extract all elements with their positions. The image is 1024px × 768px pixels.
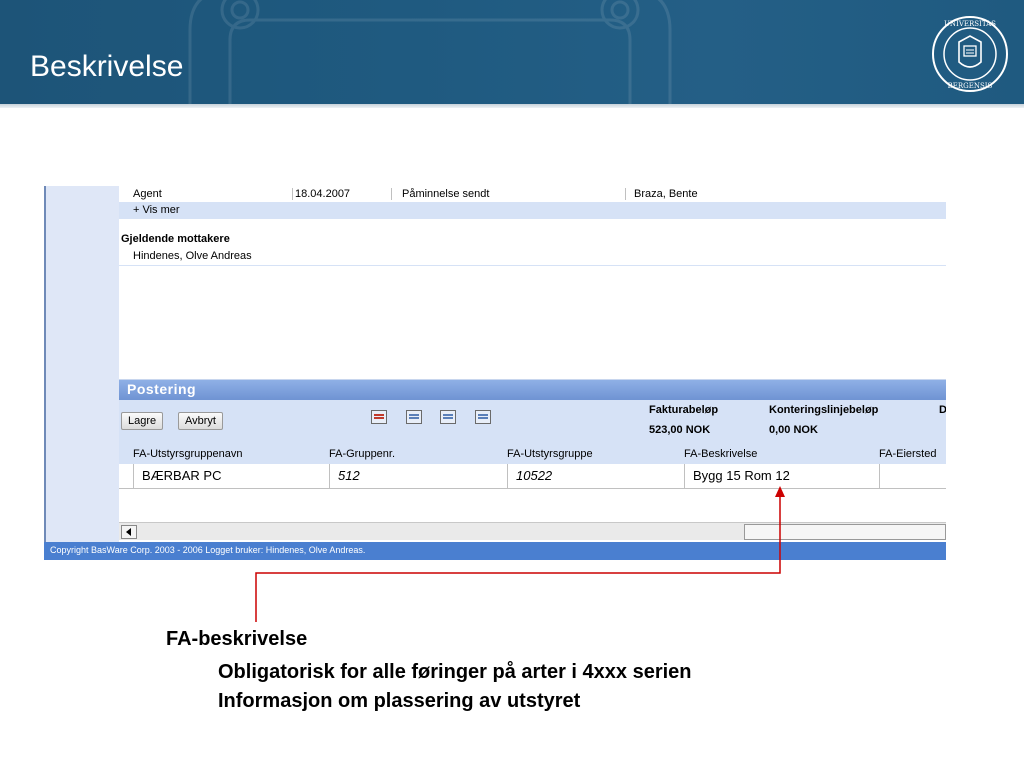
posting-section-bar: Postering xyxy=(119,379,946,400)
invoice-amount-label: Fakturabeløp xyxy=(649,404,719,416)
cell-group-number[interactable]: 512 xyxy=(329,464,507,488)
posting-toolbar: Lagre Avbryt Fakturabeløp 523,00 NOK Kon… xyxy=(119,400,946,444)
column-header[interactable]: FA-Beskrivelse xyxy=(684,448,757,460)
column-header[interactable]: FA-Utstyrsgruppenavn xyxy=(133,448,242,460)
header-divider xyxy=(0,104,1024,108)
cancel-button[interactable]: Avbryt xyxy=(178,412,223,430)
line-amount-label: Konteringslinjebeløp xyxy=(769,404,879,416)
app-content: Agent 18.04.2007 Påminnelse sendt Braza,… xyxy=(119,186,946,544)
column-decoration-icon xyxy=(188,0,672,104)
cell-description[interactable]: Bygg 15 Rom 12 xyxy=(684,464,879,488)
history-col-role: Agent xyxy=(133,188,162,200)
app-footer: Copyright BasWare Corp. 2003 - 2006 Logg… xyxy=(44,542,946,560)
show-more-link[interactable]: + Vis mer xyxy=(119,202,946,219)
column-header[interactable]: FA-Gruppenr. xyxy=(329,448,395,460)
delete-row-icon[interactable] xyxy=(371,410,387,424)
history-col-user: Braza, Bente xyxy=(625,188,698,200)
table-header: FA-Utstyrsgruppenavn FA-Gruppenr. FA-Uts… xyxy=(119,444,946,464)
history-col-action: Påminnelse sendt xyxy=(391,188,489,200)
column-header[interactable]: FA-Utstyrsgruppe xyxy=(507,448,593,460)
svg-text:UNIVERSITAS: UNIVERSITAS xyxy=(944,20,996,28)
truncated-column-label: D xyxy=(939,404,946,416)
table-row: BÆRBAR PC 512 10522 Bygg 15 Rom 12 xyxy=(119,464,946,489)
copyright-text: Copyright BasWare Corp. 2003 - 2006 Logg… xyxy=(50,545,366,555)
history-row: Agent 18.04.2007 Påminnelse sendt Braza,… xyxy=(119,186,946,202)
copy-row-icon[interactable] xyxy=(475,410,491,424)
edit-row-icon[interactable] xyxy=(440,410,456,424)
scroll-left-icon[interactable] xyxy=(121,525,137,539)
recipient-name: Hindenes, Olve Andreas xyxy=(133,250,252,262)
app-left-rail xyxy=(44,186,119,544)
cell-equipment-group[interactable]: 10522 xyxy=(507,464,684,488)
scrollbar-thumb[interactable] xyxy=(744,524,946,540)
cell-group-name[interactable]: BÆRBAR PC xyxy=(133,464,329,488)
slide-header: Beskrivelse UNIVERSITAS BERGENSIS xyxy=(0,0,1024,104)
history-col-date: 18.04.2007 xyxy=(292,188,350,200)
cell-owner[interactable] xyxy=(879,464,946,488)
add-row-icon[interactable] xyxy=(406,410,422,424)
recipients-heading: Gjeldende mottakere xyxy=(121,233,230,245)
posting-section-title: Postering xyxy=(127,381,197,397)
svg-text:BERGENSIS: BERGENSIS xyxy=(948,82,993,90)
slide-title: Beskrivelse xyxy=(30,50,184,83)
annotation-line: Informasjon om plassering av utstyret xyxy=(218,690,581,712)
recipient-row: Hindenes, Olve Andreas xyxy=(119,249,946,266)
save-button[interactable]: Lagre xyxy=(121,412,164,430)
university-seal-logo: UNIVERSITAS BERGENSIS xyxy=(932,16,1008,92)
line-amount-value: 0,00 NOK xyxy=(769,424,818,436)
annotation-title: FA-beskrivelse xyxy=(166,628,308,650)
invoice-amount-value: 523,00 NOK xyxy=(649,424,711,436)
column-header[interactable]: FA-Eiersted xyxy=(879,448,936,460)
app-screenshot: Agent 18.04.2007 Påminnelse sendt Braza,… xyxy=(44,186,946,560)
show-more-label: + Vis mer xyxy=(133,204,180,216)
annotation-line: Obligatorisk for alle føringer på arter … xyxy=(218,661,692,683)
horizontal-scrollbar[interactable] xyxy=(119,522,946,540)
